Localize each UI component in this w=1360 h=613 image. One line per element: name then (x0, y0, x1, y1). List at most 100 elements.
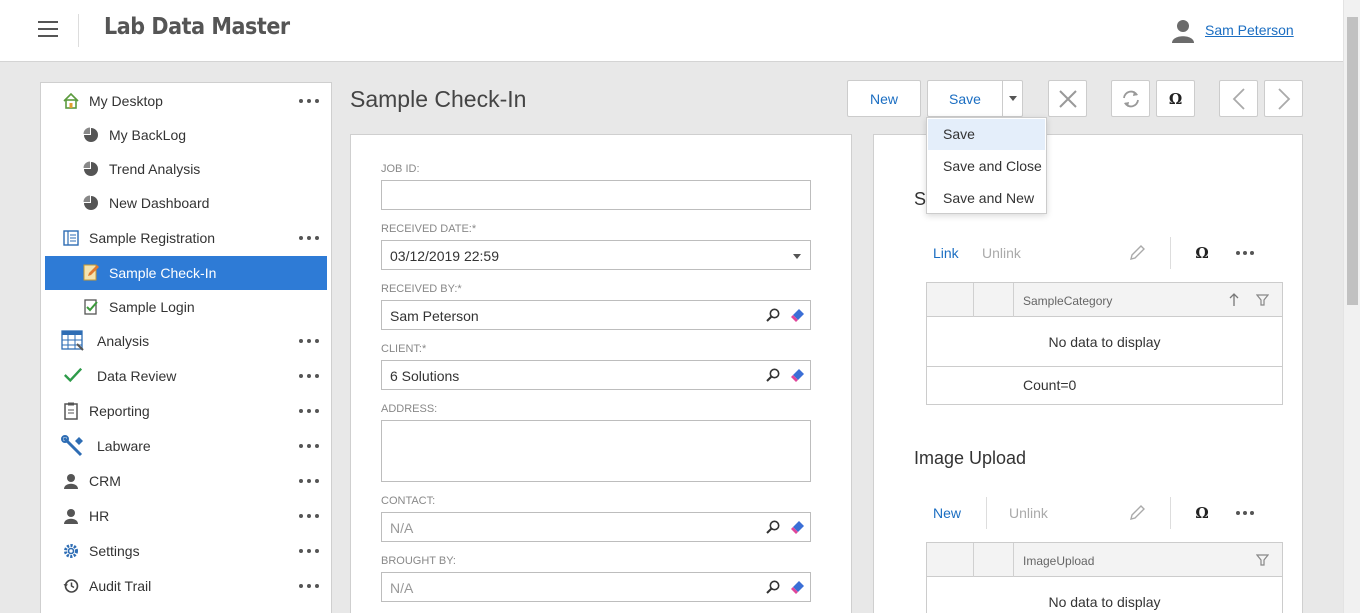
filter-icon[interactable] (1256, 554, 1269, 566)
search-icon[interactable] (766, 368, 780, 382)
pie-chart-icon (81, 125, 101, 145)
omega-icon[interactable]: Ω (1191, 502, 1213, 524)
sidebar-item-trend-analysis[interactable]: Trend Analysis (45, 152, 327, 186)
search-icon[interactable] (766, 520, 780, 534)
client-value: 6 Solutions (390, 368, 460, 384)
sidebar-item-my-desktop[interactable]: My Desktop (45, 84, 327, 118)
link-button[interactable]: Link (933, 245, 959, 261)
chevron-down-icon (1008, 96, 1017, 101)
column-header-samplecategory[interactable]: SampleCategory (1023, 294, 1112, 308)
more-options-icon[interactable] (299, 577, 319, 595)
new-button[interactable]: New (847, 80, 921, 117)
address-label: ADDRESS: (381, 403, 438, 415)
received-by-field[interactable]: Sam Peterson (381, 300, 811, 330)
sort-up-icon[interactable] (1229, 293, 1239, 307)
special-characters-button[interactable]: Ω (1156, 80, 1195, 117)
previous-record-button[interactable] (1219, 80, 1258, 117)
page-scrollbar[interactable] (1343, 0, 1360, 613)
sidebar-item-sample-registration[interactable]: Sample Registration (45, 221, 327, 255)
header-divider (78, 14, 79, 47)
received-by-label: RECEIVED BY:* (381, 283, 462, 295)
address-textarea[interactable] (381, 420, 811, 482)
more-options-icon[interactable] (299, 367, 319, 385)
brought-by-label: BROUGHT BY: (381, 555, 456, 567)
save-dropdown-toggle[interactable] (1002, 80, 1023, 117)
wrench-icon (61, 435, 85, 457)
eraser-icon[interactable] (790, 308, 805, 323)
sidebar-item-audit-trail[interactable]: Audit Trail (45, 569, 327, 603)
sidebar-item-label: Settings (89, 543, 140, 559)
eraser-icon[interactable] (790, 368, 805, 383)
menu-item-save-and-close[interactable]: Save and Close (928, 151, 1045, 182)
job-id-field[interactable] (381, 180, 811, 210)
record-count: Count=0 (1023, 377, 1077, 393)
job-id-label: JOB ID: (381, 163, 420, 175)
edit-pencil-icon[interactable] (1126, 502, 1148, 524)
hamburger-menu-icon[interactable] (38, 21, 58, 37)
more-options-icon[interactable] (299, 437, 319, 455)
more-options-icon[interactable] (1234, 502, 1256, 524)
sidebar-item-reporting[interactable]: Reporting (45, 394, 327, 428)
sidebar-item-hr[interactable]: HR (45, 499, 327, 533)
brought-by-field[interactable]: N/A (381, 572, 811, 602)
more-options-icon[interactable] (299, 229, 319, 247)
sidebar-item-analysis[interactable]: Analysis (45, 324, 327, 358)
more-options-icon[interactable] (1234, 242, 1256, 264)
search-icon[interactable] (766, 308, 780, 322)
gear-icon (61, 541, 81, 561)
more-options-icon[interactable] (299, 507, 319, 525)
new-image-button[interactable]: New (933, 505, 961, 521)
more-options-icon[interactable] (299, 402, 319, 420)
eraser-icon[interactable] (790, 580, 805, 595)
brought-by-value: N/A (390, 580, 414, 596)
cancel-button[interactable] (1048, 80, 1087, 117)
history-icon (61, 576, 81, 596)
search-icon[interactable] (766, 580, 780, 594)
column-header-imageupload[interactable]: ImageUpload (1023, 554, 1094, 568)
sidebar-item-sample-check-in[interactable]: Sample Check-In (45, 256, 327, 290)
chevron-down-icon[interactable] (793, 254, 801, 259)
unlink-image-button[interactable]: Unlink (1009, 505, 1048, 521)
client-label: CLIENT:* (381, 343, 427, 355)
received-date-value: 03/12/2019 22:59 (390, 248, 499, 264)
client-field[interactable]: 6 Solutions (381, 360, 811, 390)
eraser-icon[interactable] (790, 520, 805, 535)
next-record-button[interactable] (1264, 80, 1303, 117)
contact-field[interactable]: N/A (381, 512, 811, 542)
edit-pencil-icon[interactable] (1126, 242, 1148, 264)
sidebar-item-my-backlog[interactable]: My BackLog (45, 118, 327, 152)
grid-footer-divider (927, 366, 1282, 367)
column-divider (973, 543, 974, 577)
sidebar-item-labware[interactable]: Labware (45, 429, 327, 463)
omega-icon[interactable]: Ω (1191, 242, 1213, 264)
sidebar-item-new-dashboard[interactable]: New Dashboard (45, 186, 327, 220)
more-options-icon[interactable] (299, 472, 319, 490)
toolbar-divider (1170, 497, 1171, 529)
sidebar-item-crm[interactable]: CRM (45, 464, 327, 498)
save-button[interactable]: Save (927, 80, 1003, 117)
sidebar-item-label: Sample Login (109, 299, 195, 315)
menu-item-save-and-new[interactable]: Save and New (928, 183, 1045, 214)
scrollbar-thumb[interactable] (1347, 17, 1358, 305)
save-options-menu: Save Save and Close Save and New (926, 117, 1047, 214)
app-title: Lab Data Master (104, 14, 290, 40)
filter-icon[interactable] (1256, 294, 1269, 306)
sidebar-item-data-review[interactable]: Data Review (45, 359, 327, 393)
received-by-value: Sam Peterson (390, 308, 479, 324)
more-options-icon[interactable] (299, 332, 319, 350)
sidebar-item-label: Trend Analysis (109, 161, 201, 177)
sidebar-item-label: Reporting (89, 403, 150, 419)
sidebar-item-label: Sample Registration (89, 230, 216, 246)
received-date-label: RECEIVED DATE:* (381, 223, 477, 235)
refresh-button[interactable] (1111, 80, 1150, 117)
unlink-button[interactable]: Unlink (982, 245, 1021, 261)
page-title: Sample Check-In (350, 86, 527, 112)
user-name-link[interactable]: Sam Peterson (1205, 22, 1294, 38)
person-icon (61, 506, 81, 526)
sidebar-item-sample-login[interactable]: Sample Login (45, 290, 327, 324)
menu-item-save[interactable]: Save (928, 119, 1045, 150)
more-options-icon[interactable] (299, 542, 319, 560)
received-date-field[interactable]: 03/12/2019 22:59 (381, 240, 811, 270)
sidebar-item-settings[interactable]: Settings (45, 534, 327, 568)
more-options-icon[interactable] (299, 92, 319, 110)
